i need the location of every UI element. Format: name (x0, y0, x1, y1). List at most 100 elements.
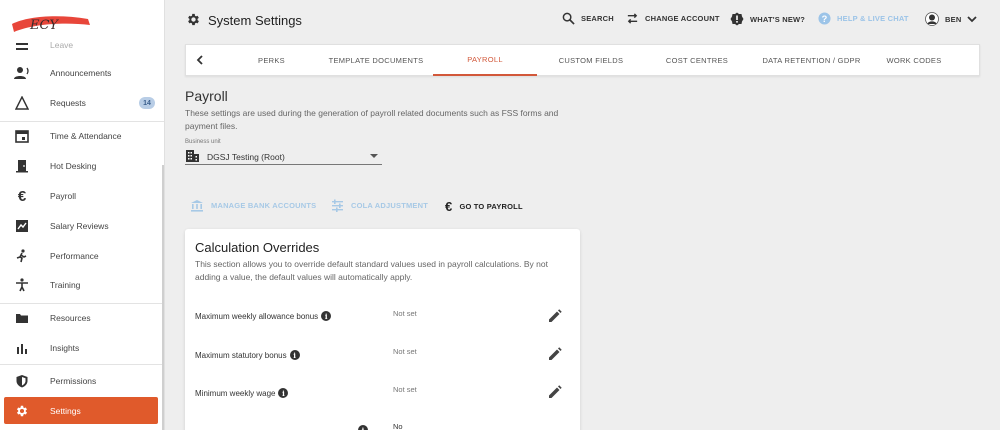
edit-icon[interactable] (548, 309, 562, 323)
sidebar-item-label: Leave (50, 40, 74, 50)
sidebar-item-label: Settings (50, 405, 81, 416)
user-menu[interactable]: BEN (925, 12, 978, 26)
tab-perks[interactable]: PERKS (224, 45, 319, 76)
sidebar-item-payroll[interactable]: € Payroll (0, 181, 164, 211)
person-icon (14, 277, 30, 293)
card-description: This section allows you to override defa… (195, 259, 548, 282)
cola-label: COLA ADJUSTMENT (351, 201, 429, 210)
sliders-icon (332, 199, 343, 212)
gear-icon (186, 12, 201, 32)
override-row-value: Not set (393, 347, 417, 356)
sidebar-scrollbar[interactable] (162, 165, 164, 430)
help-icon: ? (818, 12, 831, 25)
search-label: SEARCH (581, 14, 614, 23)
calculation-overrides-card: Calculation Overrides This section allow… (185, 229, 580, 430)
help-live-chat-button[interactable]: ? HELP & LIVE CHAT (818, 12, 909, 25)
sidebar: ECY Leave Announcements Requests 14 Time… (0, 0, 165, 430)
tab-payroll[interactable]: PAYROLL (433, 45, 537, 76)
requests-badge: 14 (139, 97, 155, 109)
chevron-down-icon (967, 16, 978, 23)
cola-adjustment-button[interactable]: COLA ADJUSTMENT (331, 199, 428, 212)
tab-work-codes[interactable]: WORK CODES (874, 45, 954, 76)
door-icon (14, 158, 30, 174)
business-unit-value: DGSJ Testing (Root) (207, 152, 285, 162)
info-icon[interactable]: i (289, 350, 300, 360)
sidebar-item-label: Payroll (50, 191, 76, 201)
sidebar-item-permissions[interactable]: Permissions (0, 366, 164, 396)
sidebar-item-insights[interactable]: Insights (0, 333, 164, 363)
sidebar-item-salary-reviews[interactable]: Salary Reviews (0, 211, 164, 241)
salary-icon (14, 218, 30, 234)
info-icon[interactable]: i (278, 388, 289, 398)
override-row-label: Maximum weekly allowance bonus i (195, 311, 332, 321)
info-icon[interactable]: i (321, 311, 332, 321)
sidebar-item-label: Salary Reviews (50, 221, 109, 231)
row-label-text: Maximum statutory bonus (195, 350, 287, 360)
manage-bank-label: MANAGE BANK ACCOUNTS (211, 201, 317, 210)
whats-new-label: WHAT'S NEW? (750, 14, 806, 24)
sidebar-item-label: Hot Desking (50, 161, 97, 171)
override-row-value: Not set (393, 385, 417, 394)
go-to-payroll-button[interactable]: € GO TO PAYROLL (445, 199, 523, 214)
sidebar-item-hot-desking[interactable]: Hot Desking (0, 151, 164, 181)
whats-new-button[interactable]: WHAT'S NEW? (730, 12, 805, 26)
sidebar-item-label: Announcements (50, 68, 112, 78)
override-row-label: i (195, 425, 368, 430)
tab-cost-centres[interactable]: COST CENTRES (645, 45, 749, 76)
calendar-icon (14, 128, 30, 144)
user-name: BEN (945, 14, 962, 24)
sidebar-item-label: Resources (50, 313, 91, 323)
override-row-value: Not set (393, 309, 417, 318)
chevron-left-icon[interactable] (194, 54, 206, 66)
svg-text:?: ? (822, 14, 828, 24)
change-account-label: CHANGE ACCOUNT (645, 14, 720, 23)
page-title: System Settings (208, 13, 302, 28)
help-label: HELP & LIVE CHAT (837, 14, 909, 23)
override-row-label: Minimum weekly wage i (195, 388, 289, 398)
sidebar-item-time-attendance[interactable]: Time & Attendance (0, 121, 164, 151)
sidebar-item-performance[interactable]: Performance (0, 241, 164, 271)
edit-icon[interactable] (548, 347, 562, 361)
section-title: Payroll (185, 88, 228, 104)
manage-bank-accounts-button[interactable]: MANAGE BANK ACCOUNTS (190, 199, 316, 212)
section-description: These settings are used during the gener… (185, 108, 559, 131)
menu-icon (14, 37, 30, 53)
info-icon[interactable]: i (358, 425, 368, 430)
tab-data-retention[interactable]: DATA RETENTION / GDPR (749, 45, 874, 76)
sidebar-item-label: Performance (50, 251, 99, 261)
sidebar-item-settings[interactable]: Settings (4, 397, 158, 424)
edit-icon[interactable] (548, 385, 562, 399)
sidebar-item-resources[interactable]: Resources (0, 303, 164, 333)
run-icon (14, 248, 30, 264)
euro-icon: € (17, 187, 27, 205)
override-row-value: No (393, 422, 403, 430)
bar-chart-icon (14, 340, 30, 356)
folder-icon (14, 310, 30, 326)
business-unit-select[interactable]: DGSJ Testing (Root) (185, 148, 382, 165)
business-unit-label: Business unit (185, 139, 221, 145)
search-button[interactable]: SEARCH (562, 12, 614, 25)
override-row-label: Maximum statutory bonus i (195, 350, 300, 360)
alert-icon (730, 12, 744, 26)
sidebar-item-label: Training (50, 280, 81, 290)
triangle-icon (14, 95, 30, 111)
sidebar-item-training[interactable]: Training (0, 270, 164, 300)
change-account-button[interactable]: CHANGE ACCOUNT (626, 12, 720, 25)
shield-icon (14, 373, 30, 389)
sidebar-item-requests[interactable]: Requests 14 (0, 88, 164, 118)
tab-custom-fields[interactable]: CUSTOM FIELDS (537, 45, 645, 76)
row-label-text: Minimum weekly wage (195, 388, 276, 398)
sidebar-divider (0, 364, 164, 365)
sidebar-item-leave[interactable]: Leave (0, 30, 164, 60)
sidebar-item-label: Requests (50, 98, 86, 108)
sidebar-item-label: Permissions (50, 376, 97, 386)
sidebar-item-label: Insights (50, 343, 80, 353)
people-icon (14, 65, 30, 81)
sidebar-item-announcements[interactable]: Announcements (0, 58, 164, 88)
dropdown-caret-icon (370, 154, 378, 158)
card-title: Calculation Overrides (195, 240, 320, 255)
row-label-text: Maximum weekly allowance bonus (195, 311, 319, 321)
bank-icon (191, 200, 203, 212)
tab-template-documents[interactable]: TEMPLATE DOCUMENTS (319, 45, 433, 76)
swap-icon (627, 13, 638, 24)
